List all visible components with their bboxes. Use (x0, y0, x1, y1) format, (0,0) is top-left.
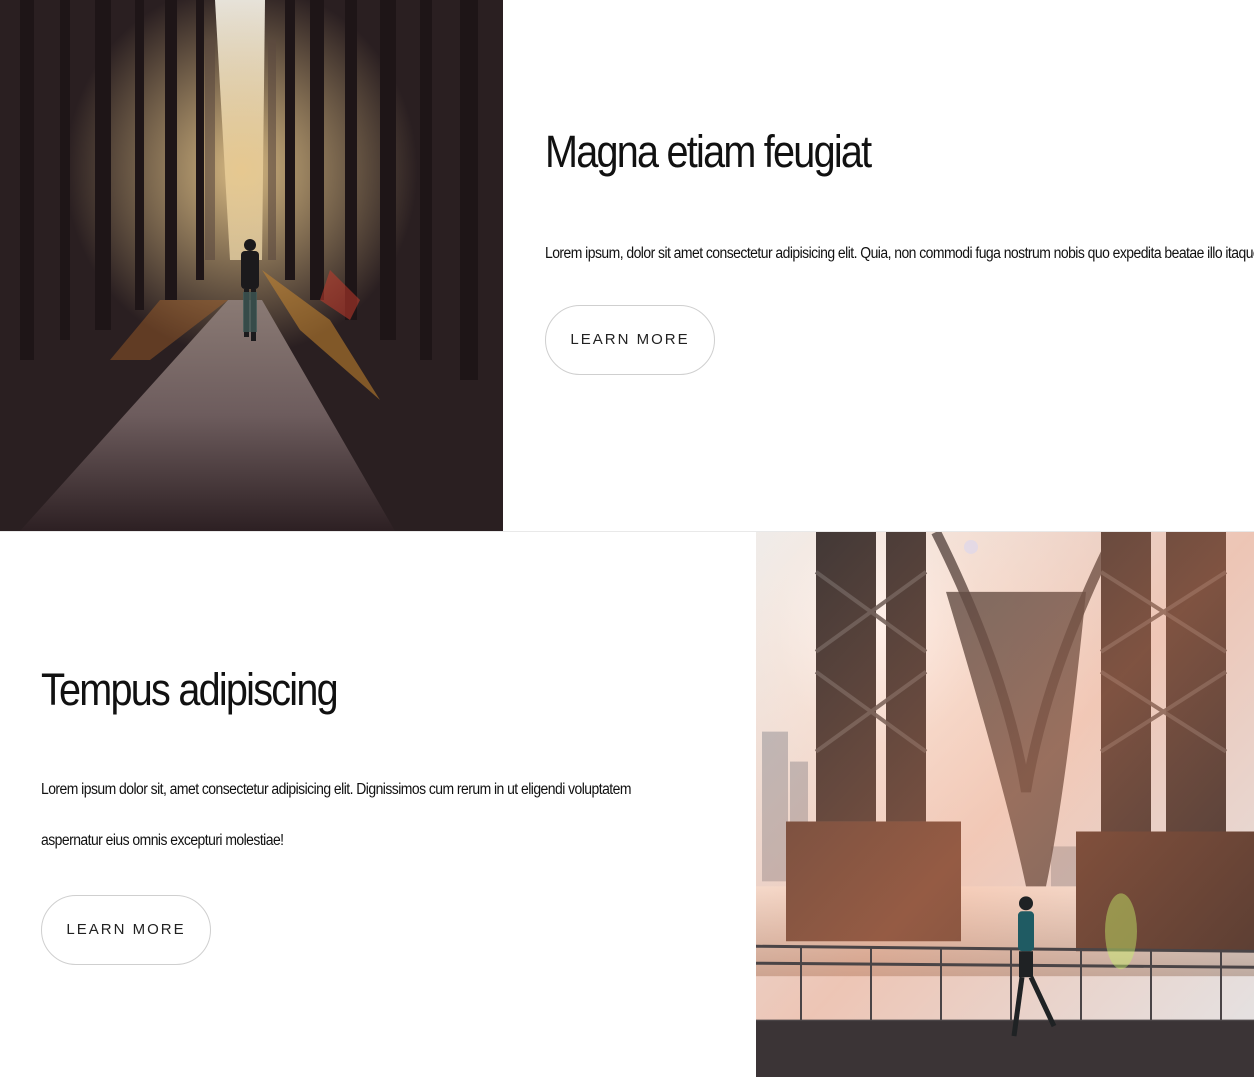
feature-section-2: Tempus adipiscing Lorem ipsum dolor sit,… (0, 531, 1254, 1077)
learn-more-button[interactable]: LEARN MORE (41, 894, 211, 965)
feature-title: Tempus adipiscing (41, 664, 339, 715)
feature-description: Lorem ipsum, dolor sit amet consectetur … (545, 244, 1254, 262)
feature-description: Lorem ipsum dolor sit, amet consectetur … (41, 780, 631, 849)
page: Magna etiam feugiat Lorem ipsum, dolor s… (0, 0, 1254, 1077)
forest-runner-photo (0, 0, 503, 531)
feature-content-1: Magna etiam feugiat Lorem ipsum, dolor s… (545, 126, 1254, 375)
feature-section-1: Magna etiam feugiat Lorem ipsum, dolor s… (0, 0, 1254, 531)
learn-more-button[interactable]: LEARN MORE (545, 304, 715, 375)
bridge-runner-photo (756, 532, 1254, 1077)
feature-title: Magna etiam feugiat (545, 126, 872, 177)
feature-content-2: Tempus adipiscing Lorem ipsum dolor sit,… (41, 664, 701, 965)
